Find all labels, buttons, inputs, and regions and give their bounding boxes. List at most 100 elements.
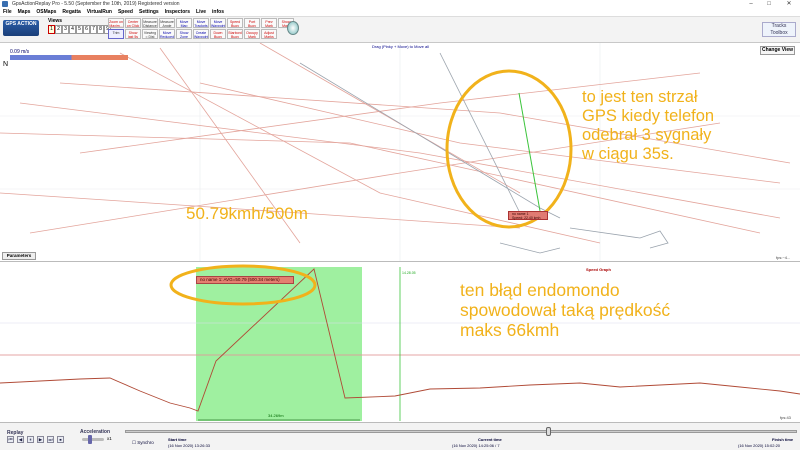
tool-button-show-zone[interactable]: Show Zone xyxy=(176,29,192,39)
parameters-button[interactable]: Parameters xyxy=(2,252,36,260)
view-button-3[interactable]: 3 xyxy=(62,25,69,34)
compass-icon[interactable] xyxy=(287,21,299,35)
current-time-value: (16 Nov 2020) 14:25:06 / 7 xyxy=(452,443,500,448)
tool-button-center-on-click[interactable]: Center on Click xyxy=(125,18,141,28)
north-arrow-icon: N xyxy=(3,61,9,68)
tool-button-move-waypoint[interactable]: Move Waypoint xyxy=(210,18,226,28)
annotation-line: GPS kiedy telefon xyxy=(582,106,715,125)
tool-button-create-waypoint[interactable]: Create Waypoint xyxy=(193,29,209,39)
maximize-button[interactable]: □ xyxy=(762,0,776,8)
tool-button-viewing-dist[interactable]: Viewing = Dist xyxy=(142,29,158,39)
tool-button-down-buoy[interactable]: Down Buoy xyxy=(210,29,226,39)
annotation-endomondo-error: ten błąd endomondo spowodował taką prędk… xyxy=(460,280,670,340)
synchro-checkbox[interactable]: ☐ Synchro xyxy=(132,440,154,446)
average-speed-label: no name 1: AVG=50.79 (500.34 meters) xyxy=(196,276,294,284)
acceleration-slider-thumb[interactable] xyxy=(88,435,92,444)
annotation-line: maks 66kmh xyxy=(460,320,560,341)
map-hint: Drag (Pinky + Move) to Move all xyxy=(372,44,430,49)
menu-file[interactable]: File xyxy=(3,8,12,16)
close-button[interactable]: ✕ xyxy=(782,0,796,8)
graph-time-tick: 14.28.05 xyxy=(402,271,416,275)
view-button-4[interactable]: 4 xyxy=(69,25,76,34)
view-button-7[interactable]: 7 xyxy=(90,25,97,34)
tool-button-show-last-5s[interactable]: Show last 5s xyxy=(125,29,141,39)
track-path xyxy=(299,62,561,219)
annotation-line: to jest ten strzał xyxy=(582,88,698,106)
menu-inspectors[interactable]: Inspectors xyxy=(165,8,190,16)
pause-button[interactable]: ⏸ xyxy=(27,436,34,443)
graph-title: Speed Graph xyxy=(586,267,611,272)
track-speed: Speed: 22.40 kmh xyxy=(512,216,541,220)
annotation-line: odebrał 3 sygnały xyxy=(582,125,712,144)
view-button-2[interactable]: 2 xyxy=(55,25,62,34)
timeline-thumb[interactable] xyxy=(546,427,551,436)
view-button-5[interactable]: 5 xyxy=(76,25,83,34)
tool-button-prev-mark[interactable]: Prev Mark xyxy=(261,18,277,28)
app-logo: GPS ACTION xyxy=(3,20,39,36)
menu-regatta[interactable]: Regatta xyxy=(62,8,80,16)
window-titlebar: GpsActionReplay Pro - 5.50 (September th… xyxy=(0,0,800,8)
menu-live[interactable]: Live xyxy=(196,8,206,16)
tool-button-move-trackpts[interactable]: Move Trackpts xyxy=(193,18,209,28)
tool-button-trim[interactable]: Trim xyxy=(108,29,124,39)
track-path xyxy=(259,43,521,194)
speed-graph[interactable]: Speed Graph no name 1: AVG=50.79 (500.34… xyxy=(0,263,800,423)
tool-button-starbord-buoy[interactable]: Starbord Buoy xyxy=(227,29,243,39)
tool-button-adjust-marks[interactable]: Adjust Marks xyxy=(261,29,277,39)
track-path xyxy=(499,242,561,254)
finish-time-label: Finish time xyxy=(772,437,794,442)
app-icon xyxy=(2,1,8,7)
tracks-label: Tracks xyxy=(771,23,787,29)
view-button-6[interactable]: 6 xyxy=(83,25,90,34)
minimize-button[interactable]: – xyxy=(744,0,758,8)
views-label: Views xyxy=(48,18,63,24)
track-info-label: no name 1 Speed: 22.40 kmh xyxy=(508,211,548,220)
map-fps: fps:~4... xyxy=(776,255,791,260)
view-button-8[interactable]: 8 xyxy=(97,25,104,34)
change-view-button[interactable]: Change View xyxy=(760,46,795,55)
start-time-value: (16 Nov 2020) 13:26:33 xyxy=(168,443,211,448)
menu-osmaps[interactable]: OSMaps xyxy=(36,8,56,16)
acceleration-slider[interactable] xyxy=(82,438,104,441)
menu-maps[interactable]: Maps xyxy=(18,8,31,16)
annotation-avg-speed: 50.79kmh/500m xyxy=(186,204,308,223)
annotation-line: spowodował taką prędkość xyxy=(460,300,671,321)
acceleration-value: x1 xyxy=(107,436,112,441)
speed-graph-canvas[interactable] xyxy=(0,263,800,423)
tool-button-move-reduced[interactable]: Move Reduced xyxy=(159,29,175,39)
timeline-slider[interactable] xyxy=(125,430,797,433)
menu-settings[interactable]: Settings xyxy=(139,8,159,16)
speed-scale-bar xyxy=(10,55,128,60)
replay-panel: Replay ⏮ ◀ ⏸ ▶ ⏭ ⏹ Acceleration x1 ☐ Syn… xyxy=(0,423,800,450)
tool-button-measure-distance[interactable]: Measure Distance xyxy=(142,18,158,28)
annotation-line: ten błąd endomondo xyxy=(460,280,620,300)
skip-end-button[interactable]: ⏭ xyxy=(47,436,54,443)
skip-start-button[interactable]: ⏮ xyxy=(7,436,14,443)
tool-button-speed-buoy[interactable]: Speed Buoy xyxy=(227,18,243,28)
highlight-zone xyxy=(196,267,362,421)
tool-button-occupy-mark[interactable]: Occupy Mark xyxy=(244,29,260,39)
step-back-button[interactable]: ◀ xyxy=(17,436,24,443)
toolbox-label: Toolbox xyxy=(770,30,788,36)
annotation-gps-jump: to jest ten strzał GPS kiedy telefon ode… xyxy=(582,88,714,164)
menu-infos[interactable]: infos xyxy=(212,8,224,16)
play-button[interactable]: ▶ xyxy=(37,436,44,443)
distance-label: 34.269m xyxy=(268,413,284,418)
track-path xyxy=(569,227,669,249)
acceleration-label: Acceleration xyxy=(80,429,111,435)
tool-button-move-map[interactable]: Move Map xyxy=(176,18,192,28)
synchro-label: Synchro xyxy=(137,440,154,445)
tool-button-zoom-on-maxim[interactable]: Zoom on Maxim... xyxy=(108,18,124,28)
menu-virtualrun[interactable]: VirtualRun xyxy=(87,8,112,16)
tool-button-measure-angle[interactable]: Measure Angle xyxy=(159,18,175,28)
toolbar: GPS ACTION Views 123456789 Zoom on Maxim… xyxy=(0,17,800,43)
view-button-1[interactable]: 1 xyxy=(48,25,55,34)
menu-bar: File Maps OSMaps Regatta VirtualRun Spee… xyxy=(0,8,800,17)
start-time-label: Start time xyxy=(168,437,187,442)
tool-button-port-buoy[interactable]: Port Buoy xyxy=(244,18,260,28)
graph-fps: fps:43 xyxy=(780,415,791,420)
finish-time-value: (16 Nov 2020) 15:02:20 xyxy=(738,443,781,448)
tracks-toolbox-button[interactable]: Tracks Toolbox xyxy=(762,22,796,37)
stop-button[interactable]: ⏹ xyxy=(57,436,64,443)
menu-speed[interactable]: Speed xyxy=(118,8,133,16)
